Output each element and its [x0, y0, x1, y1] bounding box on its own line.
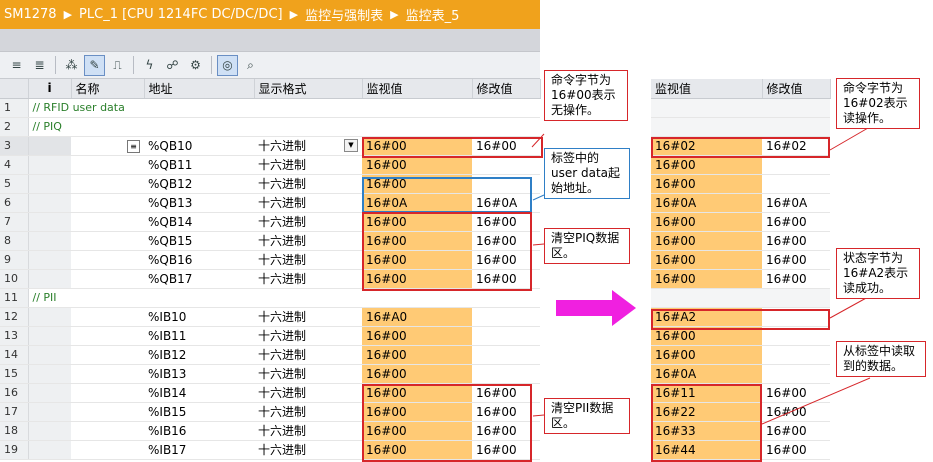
- connector-line: [532, 414, 545, 417]
- connector-line: [829, 127, 869, 151]
- callout-read-data: 从标签中读取到的数据。: [836, 341, 926, 377]
- connector-line: [532, 194, 545, 201]
- callout-command-byte-right: 命令字节为16#02表示读操作。: [836, 78, 920, 129]
- callout-clear-pii: 清空PII数据区。: [544, 398, 630, 434]
- transition-arrow-icon: [556, 290, 636, 326]
- connector-line: [761, 377, 871, 425]
- callout-command-byte-left: 命令字节为16#00表示无操作。: [544, 70, 628, 121]
- callout-start-address: 标签中的user data起始地址。: [544, 148, 630, 199]
- connector-line: [532, 243, 545, 246]
- callout-status-byte: 状态字节为16#A2表示读成功。: [836, 248, 920, 299]
- connector-line: [829, 296, 869, 319]
- connector-line: [531, 133, 545, 148]
- annotation-overlay: [531, 127, 871, 425]
- callout-clear-piq: 清空PIQ数据区。: [544, 228, 630, 264]
